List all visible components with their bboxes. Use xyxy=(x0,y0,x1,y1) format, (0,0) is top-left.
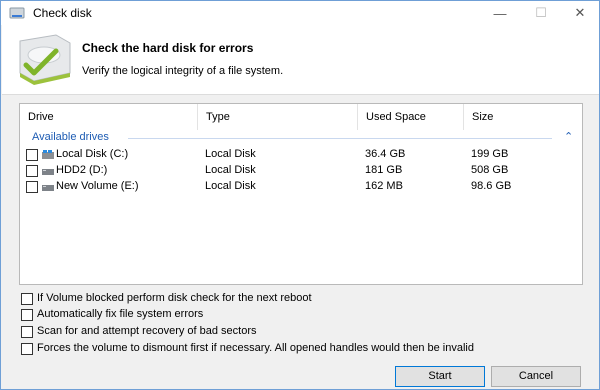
drive-type: Local Disk xyxy=(205,164,256,176)
drive-used-space: 162 MB xyxy=(365,180,403,192)
app-icon xyxy=(9,7,25,19)
drive-size: 199 GB xyxy=(471,148,509,160)
drive-row[interactable]: New Volume (E:) Local Disk 162 MB 98.6 G… xyxy=(20,179,582,195)
drive-checkbox[interactable] xyxy=(26,165,38,177)
drive-type: Local Disk xyxy=(205,180,256,192)
drive-used-space: 36.4 GB xyxy=(365,148,406,160)
drive-row[interactable]: HDD2 (D:) Local Disk 181 GB 508 GB xyxy=(20,163,582,179)
close-button[interactable]: ✕ xyxy=(557,1,600,25)
drive-size: 98.6 GB xyxy=(471,180,512,192)
drive-name: Local Disk (C:) xyxy=(56,148,129,160)
windows-drive-icon xyxy=(42,150,54,159)
option-label[interactable]: Forces the volume to dismount first if n… xyxy=(37,342,474,354)
window-title: Check disk xyxy=(33,6,92,20)
cancel-button[interactable]: Cancel xyxy=(491,366,581,387)
drive-used-space: 181 GB xyxy=(365,164,403,176)
drive-name: New Volume (E:) xyxy=(56,180,139,192)
column-header-drive[interactable]: Drive xyxy=(20,104,198,130)
option-checkbox[interactable] xyxy=(21,309,33,321)
column-header-used-space[interactable]: Used Space xyxy=(358,104,464,130)
option-checkbox[interactable] xyxy=(21,293,33,305)
option-label[interactable]: Scan for and attempt recovery of bad sec… xyxy=(37,325,257,337)
group-divider xyxy=(128,138,552,139)
header-panel: Check the hard disk for errors Verify th… xyxy=(2,25,599,95)
drive-row[interactable]: Local Disk (C:) Local Disk 36.4 GB 199 G… xyxy=(20,147,582,163)
column-header-type[interactable]: Type xyxy=(198,104,358,130)
column-header-size[interactable]: Size xyxy=(464,104,582,130)
option-label[interactable]: Automatically fix file system errors xyxy=(37,308,203,320)
drive-icon xyxy=(42,169,54,175)
drive-list[interactable]: Drive Type Used Space Size Available dri… xyxy=(19,103,583,285)
option-label[interactable]: If Volume blocked perform disk check for… xyxy=(37,292,312,304)
drive-name: HDD2 (D:) xyxy=(56,164,108,176)
drive-icon xyxy=(42,185,54,191)
header-subtitle: Verify the logical integrity of a file s… xyxy=(82,65,284,77)
group-label: Available drives xyxy=(32,131,113,143)
drive-size: 508 GB xyxy=(471,164,509,176)
hard-disk-check-icon xyxy=(19,34,71,85)
option-checkbox[interactable] xyxy=(21,343,33,355)
option-checkbox[interactable] xyxy=(21,326,33,338)
title-bar: Check disk — ☐ ✕ xyxy=(1,1,599,25)
header-title: Check the hard disk for errors xyxy=(82,41,254,55)
minimize-button[interactable]: — xyxy=(477,1,523,25)
collapse-chevron-icon[interactable]: ⌃ xyxy=(564,130,573,143)
check-disk-window: Check disk — ☐ ✕ Check the hard disk for… xyxy=(0,0,600,390)
drive-checkbox[interactable] xyxy=(26,181,38,193)
drive-checkbox[interactable] xyxy=(26,149,38,161)
drive-type: Local Disk xyxy=(205,148,256,160)
drive-group-header[interactable]: Available drives ⌃ xyxy=(32,130,582,146)
start-button[interactable]: Start xyxy=(395,366,485,387)
